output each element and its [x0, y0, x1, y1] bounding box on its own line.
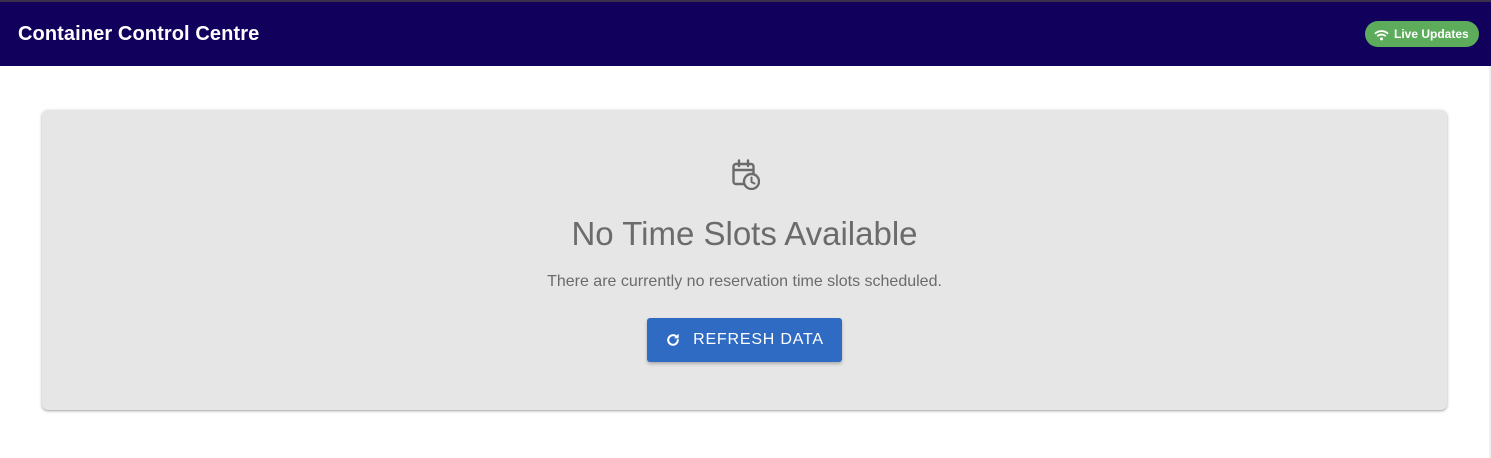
wifi-icon — [1374, 29, 1389, 40]
app-title: Container Control Centre — [18, 23, 260, 45]
live-updates-label: Live Updates — [1394, 27, 1469, 41]
refresh-data-label: REFRESH DATA — [693, 331, 824, 348]
empty-state-description: There are currently no reservation time … — [547, 273, 942, 290]
live-updates-chip[interactable]: Live Updates — [1365, 21, 1479, 47]
refresh-data-button[interactable]: REFRESH DATA — [647, 318, 842, 362]
app-bar: Container Control Centre Live Updates — [0, 2, 1491, 66]
empty-state-card: No Time Slots Available There are curren… — [42, 110, 1447, 410]
empty-state-title: No Time Slots Available — [571, 215, 918, 252]
refresh-icon — [667, 333, 679, 346]
calendar-clock-icon — [732, 159, 760, 190]
